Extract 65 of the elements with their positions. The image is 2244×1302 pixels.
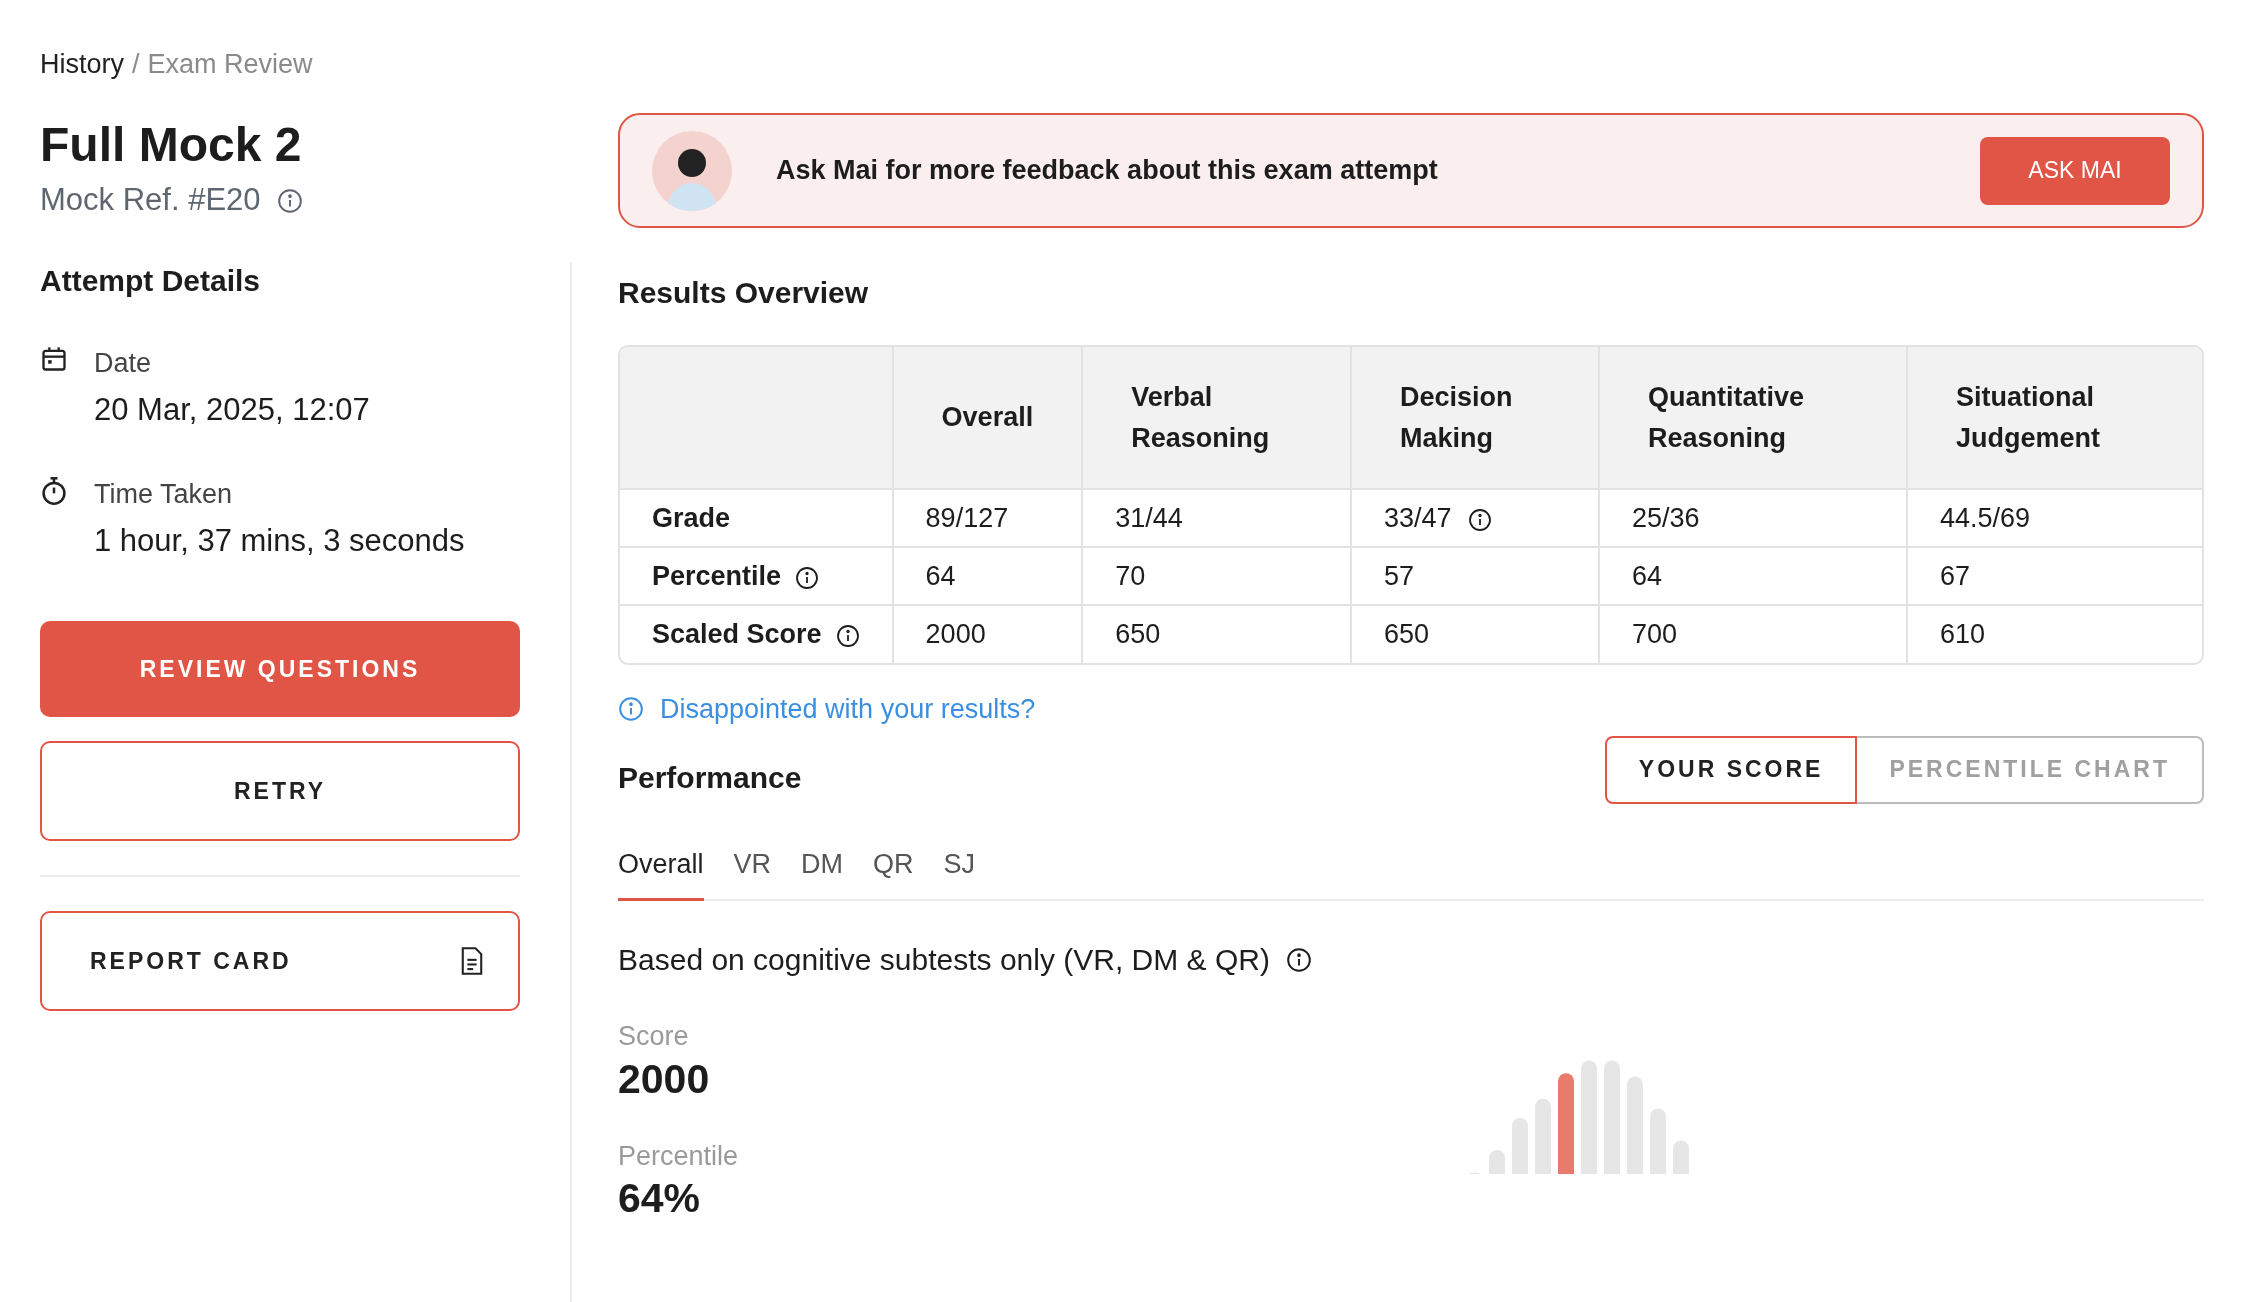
table-cell: 67 xyxy=(1939,560,1970,591)
detail-label: Date xyxy=(94,346,153,380)
breadcrumb-current: Exam Review xyxy=(147,48,313,81)
page-title: Full Mock 2 xyxy=(40,117,302,171)
subtest-tab[interactable]: QR xyxy=(873,843,914,901)
stopwatch-icon xyxy=(40,475,68,506)
chart-bar xyxy=(1650,1108,1666,1174)
section-heading: Attempt Details xyxy=(40,263,261,297)
table-cell: 650 xyxy=(1115,619,1161,650)
info-icon xyxy=(835,624,860,649)
table-cell: 700 xyxy=(1631,619,1677,650)
table-cell: 650 xyxy=(1384,619,1430,650)
table-cell: 33/47 xyxy=(1384,502,1452,533)
info-icon xyxy=(1467,507,1492,532)
subtest-tab[interactable]: VR xyxy=(733,843,772,901)
stat-value: 2000 xyxy=(618,1056,711,1102)
table-cell: 70 xyxy=(1115,560,1146,591)
subtest-tab[interactable]: SJ xyxy=(943,843,976,901)
chart-bar xyxy=(1673,1140,1689,1174)
review-questions-button[interactable]: REVIEW QUESTIONS xyxy=(40,620,520,717)
table-cell: 44.5/69 xyxy=(1939,502,2031,533)
table-cell: 64 xyxy=(1631,560,1662,591)
chart-bar xyxy=(1489,1150,1505,1174)
document-icon xyxy=(460,945,484,976)
column-header: Overall xyxy=(892,347,1083,489)
table-cell: 2000 xyxy=(925,619,986,650)
breadcrumb-separator: / xyxy=(132,48,140,81)
info-icon xyxy=(795,565,820,590)
table-cell: 610 xyxy=(1939,619,1985,650)
row-header: Scaled Score xyxy=(652,619,822,650)
retry-button[interactable]: RETRY xyxy=(40,740,520,841)
subtest-tab[interactable]: Overall xyxy=(618,843,704,901)
subtest-tab[interactable]: DM xyxy=(801,843,844,901)
report-card-button[interactable]: REPORT CARD xyxy=(40,910,520,1011)
calendar-icon xyxy=(40,344,68,373)
table-cell: 57 xyxy=(1384,560,1415,591)
column-header: Decision Making xyxy=(1351,347,1599,489)
view-toggle-button[interactable]: YOUR SCORE xyxy=(1604,735,1858,804)
table-cell: 89/127 xyxy=(925,502,1009,533)
section-heading: Performance xyxy=(618,759,802,796)
reference-text: Mock Ref. #E20 xyxy=(40,181,261,220)
row-header: Percentile xyxy=(652,560,782,591)
stat-label: Percentile xyxy=(618,1139,740,1173)
detail-value: 20 Mar, 2025, 12:07 xyxy=(94,391,370,430)
banner-message: Ask Mai for more feedback about this exam attempt xyxy=(776,154,1439,188)
stat-label: Score xyxy=(618,1020,690,1053)
info-icon xyxy=(1285,946,1312,973)
table-cell: 25/36 xyxy=(1631,502,1700,533)
row-header: Grade xyxy=(652,502,731,533)
section-heading: Results Overview xyxy=(618,275,870,311)
avatar-icon xyxy=(652,130,732,211)
info-icon xyxy=(276,187,303,214)
ask-mai-button[interactable]: ASK MAI xyxy=(1980,136,2170,205)
note-text: Based on cognitive subtests only (VR, DM & QR) xyxy=(618,942,1270,978)
table-cell: 31/44 xyxy=(1115,502,1183,533)
breadcrumb-link[interactable]: History xyxy=(40,44,124,85)
table-cell: 64 xyxy=(925,560,956,591)
column-header: Quantitative Reasoning xyxy=(1598,347,1907,489)
info-icon xyxy=(618,696,644,723)
detail-label: Time Taken xyxy=(94,477,234,511)
stat-value: 64% xyxy=(618,1176,702,1222)
detail-value: 1 hour, 37 mins, 3 seconds xyxy=(94,522,465,561)
chart-bar xyxy=(1512,1118,1528,1174)
column-header: Situational Judgement xyxy=(1906,347,2202,489)
column-header: Verbal Reasoning xyxy=(1082,347,1352,489)
